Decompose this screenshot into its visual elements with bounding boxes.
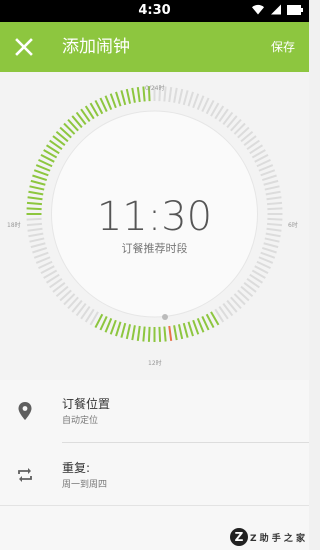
dial-tick: [177, 88, 184, 104]
dial-tick: [147, 326, 151, 342]
dial-tick: [173, 325, 178, 341]
dial-tick: [38, 158, 53, 168]
dial-tick: [177, 324, 184, 340]
repeat-icon: [18, 468, 32, 482]
dial-tick: [264, 185, 280, 191]
dial-tick: [192, 93, 200, 109]
status-bar: 4:30: [0, 0, 309, 22]
watermark-logo: Z Z 助 手 之 家: [229, 528, 305, 546]
dial-tick: [131, 87, 136, 103]
watermark-badge: Z: [229, 528, 248, 546]
dial-tick: [168, 325, 173, 342]
dial-tick: [142, 326, 146, 342]
dial-tick: [35, 256, 51, 264]
dial-tick: [182, 322, 189, 338]
dial-tick: [187, 321, 194, 337]
status-icons: [251, 4, 303, 15]
dial-tick: [33, 169, 49, 177]
dial-tick: [120, 322, 127, 338]
dial-tick: [131, 325, 136, 341]
bottom-divider: [0, 505, 309, 506]
setting-location-title: 订餐位置: [62, 397, 111, 411]
setting-repeat-title: 重复:: [62, 461, 91, 475]
signal-icon: [271, 4, 281, 15]
hour-label-bottom: 12时: [148, 360, 162, 367]
dial-tick: [163, 86, 167, 102]
settings-list: 订餐位置 自动定位 重复: 周一到周四: [0, 380, 309, 550]
dial-tick: [256, 158, 271, 168]
hour-label-top: 0/24时: [145, 85, 165, 92]
wifi-icon: [252, 4, 264, 15]
dial-tick: [182, 90, 189, 106]
location-pin-icon: [18, 402, 32, 420]
dial-tick: [104, 95, 113, 110]
dial-tick: [120, 90, 127, 106]
battery-icon: [287, 4, 303, 15]
setting-location[interactable]: 订餐位置 自动定位: [0, 380, 309, 442]
page-title: 添加闹钟: [62, 37, 130, 57]
dial-tick: [38, 260, 53, 270]
setting-repeat-value: 周一到周四: [62, 480, 108, 490]
dial-tick: [29, 185, 45, 191]
setting-repeat[interactable]: 重复: 周一到周四: [0, 444, 309, 506]
dial-tick: [125, 88, 132, 104]
watermark-text: Z 助 手 之 家: [249, 533, 305, 544]
dial-tick: [258, 256, 274, 264]
dial-tick: [136, 86, 141, 103]
dial-tick: [260, 169, 276, 177]
dial-tick: [196, 95, 205, 110]
save-button[interactable]: 保存: [271, 39, 295, 55]
close-icon[interactable]: [14, 37, 34, 57]
dial-tick: [99, 315, 108, 331]
dial-tick: [115, 91, 122, 107]
dial-tick: [196, 318, 205, 333]
dial-tick: [163, 326, 167, 342]
dial-tick: [125, 324, 132, 340]
dial-tick: [158, 326, 162, 342]
row-divider: [62, 442, 309, 443]
dial-tick: [115, 321, 122, 337]
selected-time: 11:30: [96, 194, 213, 240]
dial-tick: [35, 164, 51, 172]
time-dial-area: 0/24时 6时 12时 18时 11:30 订餐推荐时段: [0, 72, 309, 380]
dial-tick: [201, 97, 210, 113]
dial-tick: [192, 319, 200, 335]
dial-tick: [168, 86, 173, 103]
dial-tick: [99, 97, 108, 113]
dial-tick: [30, 179, 46, 186]
dial-tick: [173, 87, 178, 103]
dial-tick: [256, 260, 271, 270]
dial-tick: [263, 179, 279, 186]
dial-tick: [104, 318, 113, 333]
dial-tick: [261, 174, 277, 181]
dial-tick: [109, 93, 117, 109]
dial-tick: [187, 91, 194, 107]
dial-tick: [32, 174, 48, 181]
dial-tick: [201, 315, 210, 331]
app-bar: 添加闹钟 保存: [0, 22, 309, 72]
setting-location-value: 自动定位: [62, 416, 99, 426]
dial-handle: [162, 314, 168, 320]
dial-tick: [136, 325, 141, 342]
dial-tick: [109, 319, 117, 335]
dial-tick: [258, 164, 274, 172]
time-subtitle: 订餐推荐时段: [121, 242, 188, 255]
